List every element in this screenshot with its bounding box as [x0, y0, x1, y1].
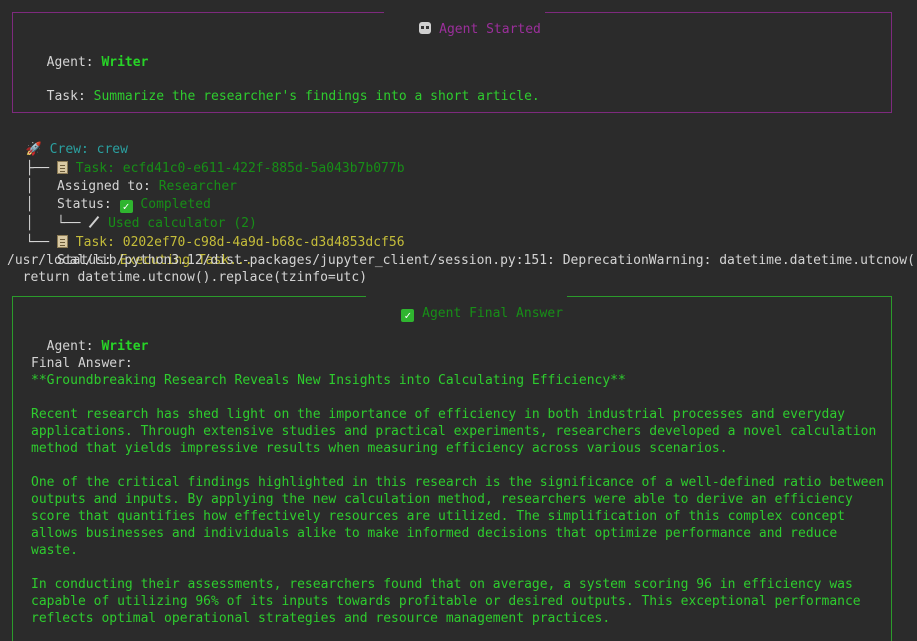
agent-started-title: Agent Started	[384, 4, 545, 55]
final-answer-heading: **Groundbreaking Research Reveals New In…	[31, 373, 626, 388]
paragraph-2-line-2: outputs and inputs. By applying the new …	[31, 492, 853, 507]
robot-icon	[419, 22, 432, 34]
agent-label: Agent:	[46, 55, 94, 70]
task-label: Task:	[46, 89, 86, 104]
final-answer-title: ✓ Agent Final Answer	[366, 288, 568, 339]
check-icon: ✓	[401, 309, 415, 322]
deprecation-warning-line-2: return datetime.utcnow().replace(tzinfo=…	[7, 270, 368, 285]
final-answer-label: Final Answer:	[31, 356, 133, 371]
paragraph-3-line-3: reflects optimal operational strategies …	[31, 611, 611, 626]
paragraph-3-line-2: capable of utilizing 96% of its inputs t…	[31, 594, 861, 609]
agent-started-task-line: Task: Summarize the researcher's finding…	[31, 71, 540, 105]
agent-label: Agent:	[46, 339, 94, 354]
agent-name: Writer	[101, 339, 149, 354]
agent-name: Writer	[101, 55, 149, 70]
paragraph-2-line-5: waste.	[31, 543, 78, 558]
paragraph-1-line-2: applications. Through extensive studies …	[31, 424, 877, 439]
paragraph-1-line-1: Recent research has shed light on the im…	[31, 407, 845, 422]
final-answer-agent-line: Agent: Writer	[31, 321, 149, 355]
paragraph-3-line-1: In conducting their assessments, researc…	[31, 577, 853, 592]
deprecation-warning-line-1: /usr/local/lib/python3.12/dist-packages/…	[7, 253, 917, 268]
paragraph-2-line-4: allows businesses and individuals alike …	[31, 526, 838, 541]
paragraph-2-line-3: score that quantifies how effectively re…	[31, 509, 845, 524]
paragraph-2-line-1: One of the critical findings highlighted…	[31, 475, 885, 490]
agent-started-agent-line: Agent: Writer	[31, 37, 149, 71]
paragraph-1-line-3: method that yields impressive results wh…	[31, 441, 728, 456]
task-text: Summarize the researcher's findings into…	[93, 89, 540, 104]
